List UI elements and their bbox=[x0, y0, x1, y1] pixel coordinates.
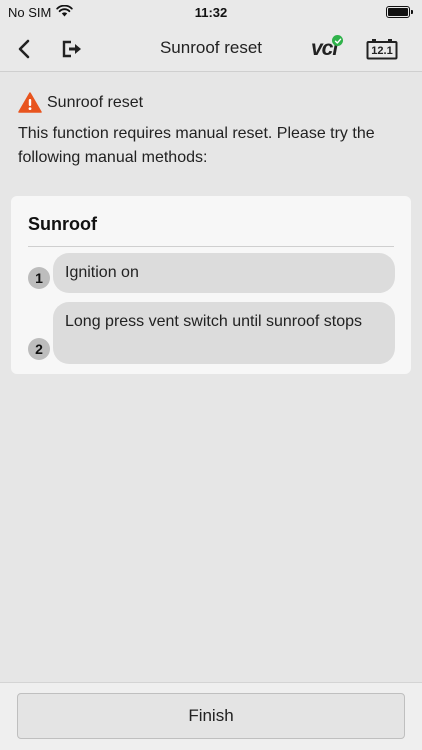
app-screen: No SIM 11:32 Sunroof reset vci 12.1 Sunr… bbox=[0, 0, 422, 750]
status-bar: No SIM 11:32 bbox=[0, 0, 422, 26]
card-divider bbox=[28, 246, 394, 247]
step-text: Ignition on bbox=[53, 253, 395, 293]
status-time: 11:32 bbox=[194, 5, 228, 20]
battery-fill bbox=[388, 8, 408, 16]
check-icon bbox=[332, 35, 343, 46]
chevron-left-icon bbox=[18, 39, 30, 59]
exit-button[interactable] bbox=[58, 35, 86, 63]
step-number: 1 bbox=[28, 267, 50, 289]
exit-icon bbox=[62, 40, 81, 58]
warning-title: Sunroof reset bbox=[47, 93, 144, 111]
step-text: Long press vent switch until sunroof sto… bbox=[53, 302, 395, 364]
page-title: Sunroof reset bbox=[159, 38, 263, 57]
battery-icon bbox=[386, 6, 413, 18]
card-title: Sunroof bbox=[28, 214, 97, 234]
nav-bar: Sunroof reset vci 12.1 bbox=[0, 26, 422, 72]
battery-voltage-indicator[interactable]: 12.1 bbox=[366, 38, 398, 60]
back-button[interactable] bbox=[10, 35, 38, 63]
battery-voltage-value: 12.1 bbox=[371, 45, 393, 57]
vci-status[interactable]: vci bbox=[311, 35, 345, 62]
instruction-message: This function requires manual reset. Ple… bbox=[18, 125, 375, 166]
finish-button[interactable]: Finish bbox=[17, 693, 405, 739]
step-number: 2 bbox=[28, 338, 50, 360]
warning-icon bbox=[18, 92, 42, 113]
warning-row: Sunroof reset bbox=[18, 92, 143, 113]
footer-bar: Finish bbox=[0, 682, 422, 750]
procedure-card: Sunroof Ignition on 1 Long press vent sw… bbox=[11, 196, 411, 374]
